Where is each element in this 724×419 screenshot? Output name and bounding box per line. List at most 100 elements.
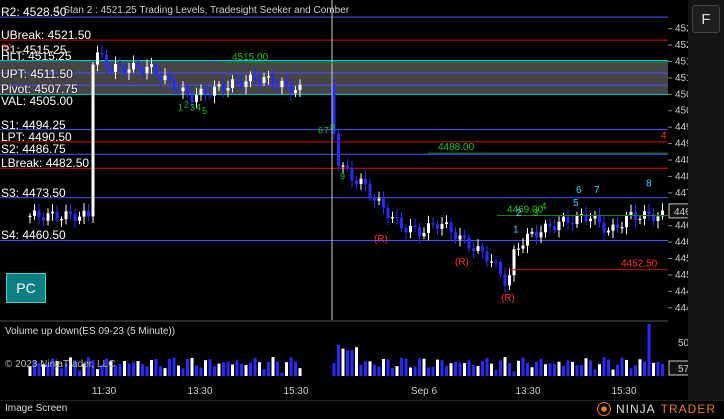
candle-body — [445, 222, 448, 225]
candle-body — [391, 217, 394, 219]
volume-bar — [395, 366, 399, 376]
candle-body — [530, 231, 534, 234]
candle-body — [346, 165, 349, 169]
candle-body — [298, 84, 302, 91]
volume-bar — [159, 366, 162, 376]
bottom-bar: Image Screen NINJA TRADER — [0, 400, 724, 419]
volume-bar — [235, 360, 239, 376]
time-axis[interactable]: 11:30 13:30 15:30 Sep 6 13:30 15:30 — [0, 378, 724, 400]
candle-body — [37, 210, 41, 218]
candle-body — [539, 232, 543, 238]
volume-bar — [231, 364, 234, 376]
volume-bar — [661, 363, 664, 376]
volume-bar — [580, 364, 583, 376]
volume-bar — [431, 366, 435, 376]
volume-bar — [562, 365, 565, 376]
brand-trader: TRADER — [660, 402, 716, 416]
volume-bar — [629, 368, 633, 376]
candle-body — [73, 213, 77, 221]
candle-body — [271, 76, 275, 86]
count-green: 4 — [196, 103, 201, 113]
volume-bar — [271, 357, 275, 376]
volume-bar — [467, 360, 471, 376]
count-green: 5 — [202, 106, 207, 116]
candle-body — [521, 245, 525, 249]
candle-body — [373, 197, 376, 201]
count-green: 9 — [340, 172, 345, 182]
time-label: 13:30 — [515, 386, 540, 397]
candle-body — [364, 178, 367, 185]
volume-bar — [418, 358, 421, 376]
image-screen-label: Image Screen — [5, 403, 68, 414]
candle-body — [490, 261, 493, 263]
candle-body — [285, 80, 288, 85]
volume-bar — [427, 367, 430, 376]
candle-body — [222, 84, 225, 91]
candle-body — [100, 52, 104, 55]
candle-body — [436, 224, 439, 229]
candle-body — [276, 85, 279, 88]
volume-bar — [454, 361, 457, 376]
candle-body — [377, 198, 381, 201]
count-cyan: 7 — [594, 185, 600, 196]
count-cyan: 3 — [533, 208, 539, 219]
volume-bar — [163, 368, 167, 376]
volume-bar — [512, 371, 516, 376]
volume-bar — [213, 366, 216, 376]
count-green: 3 — [190, 103, 195, 113]
f-button[interactable]: F — [692, 5, 720, 33]
candle-body — [69, 211, 72, 214]
volume-bar — [544, 364, 547, 376]
volume-bar — [285, 362, 288, 376]
volume-bar — [364, 361, 367, 376]
candle-body — [163, 75, 167, 81]
candle-body — [499, 262, 502, 275]
title-overlay: 1 Stan 2 : 4521.25 — [55, 5, 137, 16]
volume-bar — [150, 359, 153, 376]
target-price-label: 4488.00 — [438, 142, 475, 153]
count-cyan: 4 — [541, 201, 547, 212]
volume-bar — [508, 363, 511, 376]
candle-body — [566, 216, 570, 223]
candle-body — [114, 63, 117, 72]
volume-bar — [490, 363, 493, 376]
candle-body — [517, 248, 520, 250]
target-price-label: 4515.00 — [232, 52, 269, 63]
candle-body — [82, 210, 86, 217]
candle-body — [607, 230, 610, 233]
candle-body — [226, 88, 230, 91]
pc-button[interactable]: PC — [6, 273, 46, 303]
time-axis-labels: 11:30 13:30 15:30 Sep 6 13:30 15:30 — [92, 386, 637, 397]
candle-body — [46, 213, 50, 221]
candle-body — [28, 215, 32, 218]
indicator-title: 1 Stan 2 : 4521.25 Trading Levels, Trade… — [55, 5, 349, 16]
candle-body — [616, 224, 619, 228]
candle-body — [208, 94, 212, 96]
candle-body — [512, 249, 516, 276]
candle-body — [656, 216, 660, 221]
candle-body — [526, 233, 529, 246]
volume-bar — [530, 367, 534, 376]
candle-body — [548, 223, 552, 227]
candle-body — [294, 90, 297, 93]
candle-body — [172, 79, 176, 91]
volume-bar — [481, 361, 484, 376]
volume-bar — [199, 367, 203, 376]
volume-bar — [132, 362, 135, 376]
price-chart[interactable]: 4515.004488.004469.004452.50490(R)(R)(R)… — [0, 0, 724, 320]
candle-body — [395, 217, 399, 219]
count-cyan: 1 — [513, 224, 519, 235]
candle-body — [422, 232, 426, 237]
candle-body — [87, 210, 90, 217]
volume-bar — [337, 344, 340, 376]
volume-bar — [643, 361, 646, 376]
volume-bar — [267, 361, 270, 376]
volume-bar — [584, 358, 588, 376]
volume-bar — [217, 363, 221, 376]
candle-body — [638, 218, 642, 221]
volume-bar — [526, 363, 529, 376]
candle-body — [186, 87, 189, 95]
volume-bar — [226, 361, 230, 376]
volume-bar — [571, 361, 574, 376]
candle-body — [508, 275, 511, 286]
